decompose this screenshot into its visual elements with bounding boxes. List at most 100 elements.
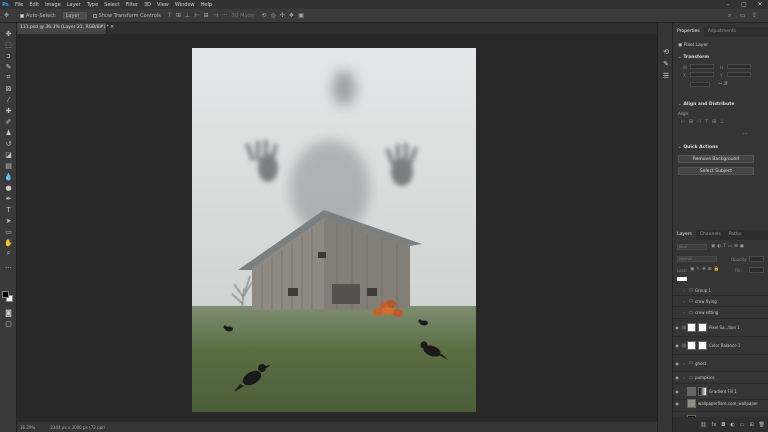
layer-row[interactable]: ◉ ⛓ Pixel Sa...tion 1 — [673, 319, 768, 337]
align-middle-icon[interactable]: ⊞ — [176, 12, 181, 19]
brush-settings-icon[interactable]: ✎ — [661, 59, 671, 68]
crop-tool-icon[interactable]: ⌗ — [3, 73, 14, 82]
menu-file[interactable]: File — [12, 2, 26, 8]
document-tab[interactable]: 111.psd @ 36.3% (Layer 21, RGB/8#) * ✕ — [17, 23, 114, 34]
tab-layers[interactable]: Layers — [673, 230, 696, 240]
fill-field[interactable] — [749, 267, 764, 273]
roll-icon[interactable]: ◎ — [271, 12, 276, 19]
quick-actions-title[interactable]: Quick Actions — [678, 145, 718, 150]
orbit-icon[interactable]: ⟲ — [261, 12, 266, 19]
marquee-tool-icon[interactable]: ⬚ — [3, 40, 14, 49]
brush-tool-icon[interactable]: ✐ — [3, 117, 14, 126]
opacity-field[interactable] — [749, 256, 764, 262]
share-icon[interactable]: ⇪ — [752, 12, 757, 19]
tab-adjustments[interactable]: Adjustments — [704, 27, 740, 37]
new-group-icon[interactable]: ▭ — [740, 422, 745, 428]
tab-properties[interactable]: Properties — [673, 27, 704, 37]
fx-icon[interactable]: fx — [712, 422, 717, 428]
align-bottom-icon[interactable]: ⊥ — [185, 12, 190, 19]
visibility-eye-icon[interactable]: ◉ — [673, 401, 681, 406]
filter-icons[interactable]: ▣◐T▭⊞● — [711, 244, 746, 249]
eyedropper-icon[interactable]: ⁄ — [3, 95, 14, 104]
quick-mask-icon[interactable]: ◙ — [3, 308, 14, 317]
healing-brush-icon[interactable]: ✚ — [3, 106, 14, 115]
align-left-icon[interactable]: ⊢ — [194, 12, 199, 19]
layer-row[interactable]: ◉ › ▭ pumpkins — [673, 372, 768, 384]
menu-layer[interactable]: Layer — [64, 2, 84, 8]
remove-background-button[interactable]: Remove Background — [678, 155, 754, 163]
screen-mode-icon[interactable]: ▢ — [3, 319, 14, 328]
more-align-icon[interactable]: ··· — [743, 131, 748, 137]
slide-icon[interactable]: ❖ — [289, 12, 294, 19]
kind-filter-dropdown[interactable]: Kind — [677, 244, 707, 250]
maximize-icon[interactable]: ▢ — [736, 0, 752, 9]
x-field[interactable] — [690, 72, 714, 77]
menu-help[interactable]: Help — [198, 2, 215, 8]
link-layers-icon[interactable]: ⛓ — [700, 422, 706, 428]
menu-type[interactable]: Type — [84, 2, 101, 8]
align-center-icon[interactable]: ⊞ — [204, 12, 209, 19]
minimize-icon[interactable]: – — [720, 0, 736, 9]
visibility-eye-icon[interactable]: ◉ — [673, 343, 681, 348]
pan-icon[interactable]: ✣ — [280, 12, 285, 19]
foreground-color-swatch[interactable] — [2, 291, 9, 298]
edit-toolbar-icon[interactable]: ··· — [3, 263, 14, 272]
zoom-level[interactable]: 36.29% — [20, 425, 35, 430]
blend-mode-dropdown[interactable]: Normal — [677, 256, 717, 262]
menu-image[interactable]: Image — [42, 2, 64, 8]
dodge-tool-icon[interactable]: ● — [3, 183, 14, 192]
adjustments-sliders-icon[interactable]: ☰ — [661, 71, 671, 80]
menu-3d[interactable]: 3D — [141, 2, 154, 8]
move-tool-icon[interactable]: ✥ — [3, 29, 14, 38]
scale-icon[interactable]: ▣ — [298, 12, 304, 19]
menu-select[interactable]: Select — [101, 2, 122, 8]
close-icon[interactable]: ✕ — [752, 0, 768, 9]
layer-row[interactable]: ◉ wallpaperflare.com_wallpaper — [673, 396, 768, 412]
visibility-eye-icon[interactable]: ◉ — [673, 325, 681, 330]
layer-row[interactable]: › ▭ crow sitting — [673, 307, 768, 319]
visibility-eye-icon[interactable]: ◉ — [673, 361, 681, 366]
show-transform-checkbox[interactable]: Show Transform Controls — [92, 13, 161, 19]
layer-row[interactable]: ◉ › ▭ ghost — [673, 355, 768, 372]
eraser-icon[interactable]: ◪ — [3, 150, 14, 159]
transform-section-title[interactable]: Transform — [678, 55, 709, 60]
new-layer-icon[interactable]: ⊞ — [749, 422, 753, 428]
target-dropdown[interactable]: Layer — [62, 12, 87, 19]
type-tool-icon[interactable]: T — [3, 205, 14, 214]
hand-tool-icon[interactable]: ✋ — [3, 238, 14, 247]
document-canvas[interactable] — [192, 48, 476, 412]
document-dimensions[interactable]: 2344 px x 3000 px (72 ppi) — [50, 425, 105, 430]
visibility-eye-icon[interactable]: ◉ — [673, 389, 681, 394]
blur-tool-icon[interactable]: 💧 — [3, 172, 14, 181]
tab-paths[interactable]: Paths — [725, 230, 745, 240]
add-mask-icon[interactable]: ◘ — [721, 422, 725, 428]
move-tool-icon[interactable]: ✥ — [4, 12, 9, 19]
flip-icons[interactable]: ⇿ ⇵ — [718, 81, 728, 87]
select-subject-button[interactable]: Select Subject — [678, 167, 754, 175]
layer-row[interactable]: › ▭ Group 1 — [673, 285, 768, 296]
align-top-icon[interactable]: ⊤ — [167, 12, 172, 19]
menu-view[interactable]: View — [154, 2, 172, 8]
tab-channels[interactable]: Channels — [696, 230, 725, 240]
align-right-icon[interactable]: ⊣ — [213, 12, 218, 19]
width-field[interactable] — [690, 64, 714, 69]
adjustment-layer-icon[interactable]: ◐ — [730, 422, 734, 428]
visibility-eye-icon[interactable]: ◉ — [673, 375, 681, 380]
frame-tool-icon[interactable]: ⊠ — [3, 84, 14, 93]
menu-filter[interactable]: Filter — [123, 2, 141, 8]
shape-tool-icon[interactable]: ▭ — [3, 227, 14, 236]
align-buttons[interactable]: ⊢⊞⊣⊤⊞⊥ — [681, 119, 727, 125]
lasso-tool-icon[interactable]: ↄ — [3, 51, 14, 60]
auto-select-checkbox[interactable]: Auto-Select: — [20, 13, 57, 19]
layer-row[interactable]: › ▭ crow flying — [673, 296, 768, 307]
more-options-icon[interactable]: ··· — [222, 12, 228, 19]
close-tab-icon[interactable]: ✕ — [110, 25, 114, 30]
history-brush-icon[interactable]: ↺ — [3, 139, 14, 148]
workspace-icon[interactable]: ▭ — [740, 12, 746, 19]
delete-layer-icon[interactable]: 🗑 — [759, 422, 765, 428]
align-section-title[interactable]: Align and Distribute — [678, 102, 734, 107]
quick-selection-icon[interactable]: ✎ — [3, 62, 14, 71]
path-selection-icon[interactable]: ➤ — [3, 216, 14, 225]
y-field[interactable] — [727, 72, 751, 77]
zoom-tool-icon[interactable]: ⌕ — [3, 249, 14, 258]
